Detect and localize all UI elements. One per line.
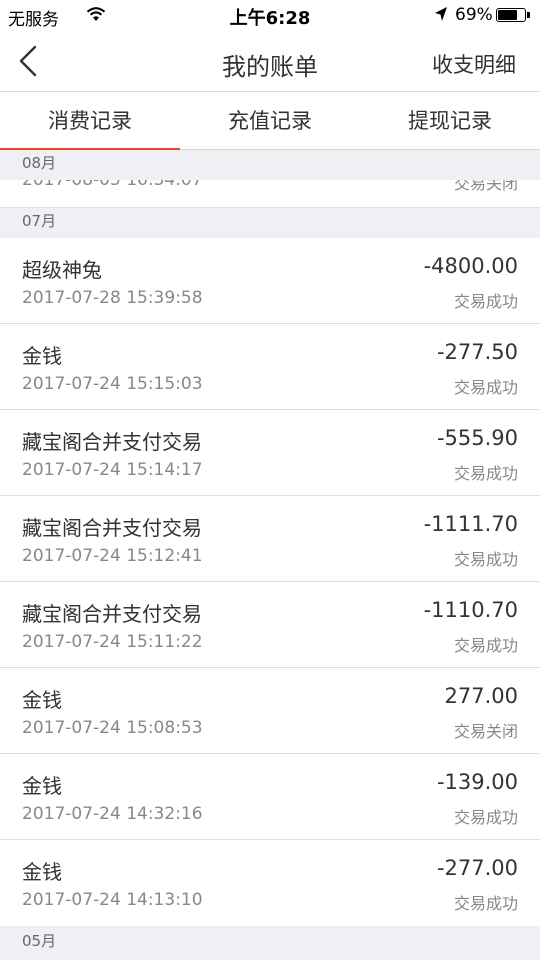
- transaction-status: 交易成功: [453, 550, 518, 569]
- transaction-date: 2017-07-24 15:11:22: [22, 632, 203, 652]
- transaction-status: 交易成功: [453, 808, 518, 827]
- transaction-status: 交易成功: [453, 464, 518, 483]
- record-tabs: 消费记录 充值记录 提现记录: [0, 92, 540, 151]
- transaction-status: 交易关闭: [453, 722, 518, 741]
- tab-consumption[interactable]: 消费记录: [0, 92, 180, 151]
- transaction-amount: -277.00: [436, 856, 518, 880]
- status-bar: 无服务 上午6:28 69%: [0, 0, 540, 30]
- list-item[interactable]: 藏宝阁合并支付交易 2017-07-24 15:11:22 -1110.70 交…: [0, 582, 540, 668]
- transaction-status: 交易成功: [453, 636, 518, 655]
- nav-bar: 我的账单 收支明细: [0, 30, 540, 92]
- transaction-date: 2017-07-24 15:08:53: [22, 718, 203, 738]
- month-header-may: 05月: [0, 926, 540, 960]
- list-item[interactable]: 超级神兔 2017-07-28 15:39:58 -4800.00 交易成功: [0, 238, 540, 324]
- month-header-aug: 08月: [0, 150, 540, 180]
- transaction-amount: -1110.70: [423, 598, 518, 622]
- transaction-date: 2017-07-24 15:15:03: [22, 374, 203, 394]
- transaction-name: 金钱: [22, 774, 62, 798]
- list-item[interactable]: 金钱 2017-07-24 14:13:10 -277.00 交易成功: [0, 840, 540, 926]
- list-item[interactable]: 金钱 2017-07-24 15:08:53 277.00 交易关闭: [0, 668, 540, 754]
- transaction-name: 超级神兔: [22, 258, 102, 282]
- battery-tip: [527, 12, 530, 18]
- tab-label: 提现记录: [408, 109, 492, 133]
- transaction-name: 藏宝阁合并支付交易: [22, 430, 202, 454]
- transaction-name: 藏宝阁合并支付交易: [22, 602, 202, 626]
- month-header-jul: 07月: [0, 208, 540, 238]
- transaction-amount: -4800.00: [423, 254, 518, 278]
- transaction-status: 交易成功: [453, 378, 518, 397]
- tab-label: 消费记录: [48, 109, 132, 133]
- transaction-name: 藏宝阁合并支付交易: [22, 516, 202, 540]
- list-item[interactable]: 金钱 2017-07-24 14:32:16 -139.00 交易成功: [0, 754, 540, 840]
- tab-withdrawal[interactable]: 提现记录: [360, 92, 540, 150]
- transaction-name: 金钱: [22, 344, 62, 368]
- list-item[interactable]: 2017-08-05 16:34:07 交易关闭: [0, 176, 540, 208]
- transaction-date: 2017-07-24 14:13:10: [22, 890, 203, 910]
- transaction-amount: -277.50: [436, 340, 518, 364]
- transaction-name: 金钱: [22, 860, 62, 884]
- transaction-name: 金钱: [22, 688, 62, 712]
- battery-icon: [496, 8, 526, 22]
- transaction-status: 交易成功: [453, 894, 518, 913]
- transaction-amount: -1111.70: [423, 512, 518, 536]
- transaction-list[interactable]: 2017-08-05 16:34:07 交易关闭 08月 07月 超级神兔 20…: [0, 150, 540, 960]
- transaction-date: 2017-07-28 15:39:58: [22, 288, 203, 308]
- transaction-amount: -139.00: [436, 770, 518, 794]
- list-item[interactable]: 藏宝阁合并支付交易 2017-07-24 15:12:41 -1111.70 交…: [0, 496, 540, 582]
- transaction-status: 交易成功: [453, 292, 518, 311]
- list-item[interactable]: 金钱 2017-07-24 15:15:03 -277.50 交易成功: [0, 324, 540, 410]
- transaction-date: 2017-07-24 15:12:41: [22, 546, 203, 566]
- tab-label: 充值记录: [228, 109, 312, 133]
- list-item[interactable]: 藏宝阁合并支付交易 2017-07-24 15:14:17 -555.90 交易…: [0, 410, 540, 496]
- transaction-amount: -555.90: [436, 426, 518, 450]
- battery-percent: 69%: [455, 5, 493, 25]
- location-arrow-icon: [435, 7, 447, 21]
- income-expense-details-button[interactable]: 收支明细: [432, 49, 516, 79]
- transaction-date: 2017-07-24 14:32:16: [22, 804, 203, 824]
- transaction-amount: 277.00: [444, 684, 518, 708]
- tab-recharge[interactable]: 充值记录: [180, 92, 360, 150]
- transaction-date: 2017-07-24 15:14:17: [22, 460, 203, 480]
